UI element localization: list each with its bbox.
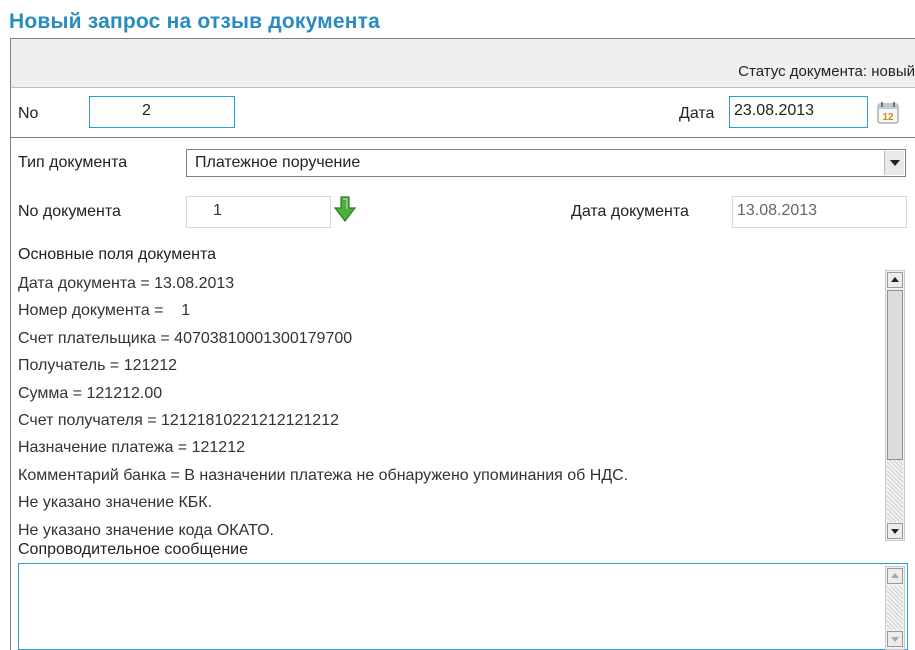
main-field-line: Сумма = 121212.00 (18, 384, 163, 402)
chevron-down-icon[interactable] (884, 151, 904, 175)
request-date-field[interactable]: 23.08.2013 (729, 96, 868, 128)
document-number-label: No документа (18, 203, 121, 220)
document-date-label: Дата документа (571, 203, 689, 220)
main-field-line: Счет получателя = 12121810221212121212 (18, 412, 339, 430)
document-type-label: Тип документа (18, 154, 128, 171)
document-type-select[interactable]: Платежное поручение (186, 149, 906, 177)
main-field-line: Счет плательщика = 40703810001300179700 (18, 329, 353, 347)
main-field-line: Назначение платежа = 121212 (18, 439, 245, 457)
calendar-icon-text: 12 (882, 112, 894, 123)
scroll-up-icon[interactable] (887, 568, 903, 584)
message-scrollbar[interactable] (885, 566, 905, 650)
message-textarea[interactable] (18, 563, 908, 650)
scroll-track[interactable] (887, 460, 903, 522)
main-field-line: Получатель = 121212 (18, 357, 178, 375)
status-bar: Статус документа: новый (10, 38, 915, 88)
message-label: Сопроводительное сообщение (18, 541, 249, 558)
main-field-line: Не указано значение кода ОКАТО. (18, 521, 274, 539)
scroll-track[interactable] (887, 586, 903, 630)
scroll-thumb[interactable] (887, 290, 903, 460)
request-date-label: Дата (679, 105, 715, 122)
document-type-value: Платежное поручение (195, 154, 361, 171)
scroll-down-icon[interactable] (887, 631, 903, 647)
main-fields-label: Основные поля документа (18, 246, 217, 263)
scroll-down-icon[interactable] (887, 523, 903, 539)
green-down-arrow-icon[interactable] (334, 196, 356, 222)
page-title: Новый запрос на отзыв документа (9, 10, 381, 33)
request-number-label: No (18, 105, 39, 122)
main-fields-scrollbar[interactable] (885, 270, 905, 541)
scroll-up-icon[interactable] (887, 272, 903, 288)
main-fields-text[interactable]: Дата документа = 13.08.2013 Номер докуме… (18, 270, 878, 540)
main-field-line: Номер документа = 1 (18, 302, 191, 320)
request-number-field[interactable]: 2 (89, 96, 235, 128)
main-field-line: Не указано значение КБК. (18, 494, 213, 512)
document-date-field[interactable]: 13.08.2013 (732, 196, 907, 228)
main-field-line: Комментарий банка = В назначении платежа… (18, 466, 629, 484)
main-field-line: Дата документа = 13.08.2013 (18, 275, 235, 292)
calendar-icon[interactable]: 12 (876, 101, 900, 125)
document-status: Статус документа: новый (738, 63, 915, 80)
document-number-field[interactable]: 1 (186, 196, 331, 228)
